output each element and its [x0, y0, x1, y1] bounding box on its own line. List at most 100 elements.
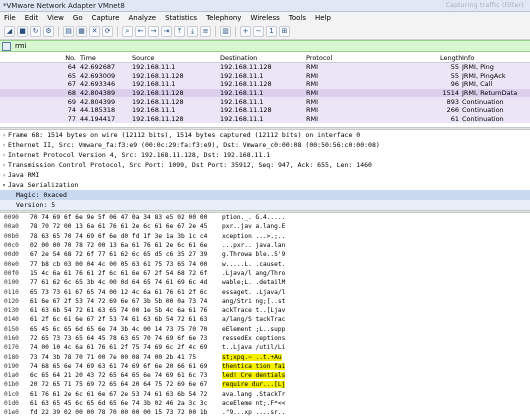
- hex-ascii[interactable]: st;xpq.~ ..t.+Au: [222, 353, 362, 361]
- column-header[interactable]: Length: [440, 54, 462, 62]
- detail-tree-item[interactable]: › Java RMI: [0, 170, 530, 180]
- hex-ascii[interactable]: ...pxr.. java.lan: [222, 242, 362, 249]
- hex-bytes[interactable]: 61 2f 6c 61 6e 67 2f 53 74 61 63 6b 54 7…: [30, 316, 222, 323]
- packet-row[interactable]: 65 42.693009 192.168.11.128 192.168.11.1 RMI…: [0, 71, 530, 81]
- menu-telephony[interactable]: Telephony: [206, 14, 241, 22]
- detail-tree-item[interactable]: ▾ Java Serialization: [0, 180, 530, 190]
- packet-row[interactable]: 64 42.692687 192.168.11.1 192.168.11.128 RMI…: [0, 63, 530, 72]
- last-icon[interactable]: ⤓: [187, 26, 198, 37]
- hex-bytes[interactable]: 70 74 69 6f 6e 9e 5f 06 47 0a 34 83 e5 0…: [30, 214, 222, 221]
- collapse-arrow-icon[interactable]: ▾: [0, 182, 8, 189]
- column-header[interactable]: Destination: [220, 54, 306, 62]
- column-header[interactable]: Source: [132, 54, 220, 62]
- hex-ascii[interactable]: a/lang/S tackTrac: [222, 316, 362, 323]
- zoom-out-icon[interactable]: −: [253, 26, 264, 37]
- hex-bytes[interactable]: 72 65 73 73 65 64 45 78 63 65 70 74 69 6…: [30, 335, 222, 342]
- packet-row[interactable]: 68 42.804389 192.168.11.128 192.168.11.1 RMI…: [0, 88, 530, 98]
- hex-ascii[interactable]: g.Throwa ble..5'9: [222, 251, 362, 258]
- find-icon[interactable]: ⌕: [122, 26, 133, 37]
- zoom-reset-icon[interactable]: 1: [266, 26, 277, 37]
- hex-bytes[interactable]: 61 63 65 45 6c 65 6d 65 6e 74 3b 02 46 2…: [30, 400, 222, 407]
- hex-bytes[interactable]: 02 00 00 70 78 72 00 13 6a 61 76 61 2e 6…: [30, 242, 222, 249]
- hex-ascii[interactable]: ang/Stri ng;[..st: [222, 298, 362, 305]
- column-header[interactable]: Info: [462, 54, 530, 62]
- hex-ascii[interactable]: ava.lang .StackTr: [222, 391, 362, 398]
- expand-arrow-icon[interactable]: ›: [0, 152, 8, 159]
- hex-ascii[interactable]: ressedEx ceptions: [222, 335, 362, 342]
- bookmark-icon[interactable]: [2, 41, 11, 51]
- options-icon[interactable]: ⚙: [43, 26, 54, 37]
- hex-bytes[interactable]: 67 2e 54 68 72 6f 77 61 62 6c 65 d5 c6 3…: [30, 251, 222, 258]
- hex-ascii[interactable]: .Ljava/l ang/Thro: [222, 270, 362, 277]
- hex-ascii[interactable]: w.....L. .causet.: [222, 261, 362, 268]
- hex-bytes[interactable]: 15 4c 6a 61 76 61 2f 6c 61 6e 67 2f 54 6…: [30, 270, 222, 277]
- hex-bytes[interactable]: 74 68 65 6e 74 69 63 61 74 69 6f 6e 20 6…: [30, 363, 222, 370]
- hex-bytes[interactable]: 77 61 62 6c 65 3b 4c 00 0d 64 65 74 61 6…: [30, 279, 222, 286]
- hex-bytes[interactable]: 73 74 3b 78 70 71 00 7e 00 08 74 00 2b 4…: [30, 354, 222, 361]
- detail-tree-item[interactable]: › Transmission Control Protocol, Src Port…: [0, 160, 530, 170]
- column-header[interactable]: Protocol: [306, 54, 440, 62]
- hex-ascii[interactable]: essaget. .Ljava/l: [222, 289, 362, 296]
- menu-capture[interactable]: Capture: [92, 14, 120, 22]
- stop-icon[interactable]: ■: [17, 26, 28, 37]
- open-icon[interactable]: ▤: [63, 26, 74, 37]
- menu-wireless[interactable]: Wireless: [250, 14, 279, 22]
- hex-bytes[interactable]: 65 73 73 61 67 65 74 00 12 4c 6a 61 76 6…: [30, 289, 222, 296]
- hex-bytes[interactable]: 74 00 10 4c 6a 61 76 61 2f 75 74 69 6c 2…: [30, 344, 222, 351]
- hex-ascii[interactable]: t..Ljava /util/Li: [222, 344, 362, 351]
- hex-ascii[interactable]: aceEleme nt;.F*<<: [222, 400, 362, 407]
- hex-bytes[interactable]: 61 6e 67 2f 53 74 72 69 6e 67 3b 5b 00 0…: [30, 298, 222, 305]
- hex-bytes[interactable]: fd 22 39 02 00 00 78 70 00 00 00 15 73 7…: [30, 409, 222, 416]
- reload-icon[interactable]: ⟳: [102, 26, 113, 37]
- menu-edit[interactable]: Edit: [25, 14, 39, 22]
- hex-ascii[interactable]: ption._. G.4.....: [222, 214, 362, 221]
- fin-icon[interactable]: ◢: [4, 26, 15, 37]
- hex-bytes[interactable]: 61 76 61 2e 6c 61 6e 67 2e 53 74 61 63 6…: [30, 391, 222, 398]
- hex-bytes[interactable]: 6c 65 64 21 20 43 72 65 64 65 6e 74 69 6…: [30, 372, 222, 379]
- expand-arrow-icon[interactable]: ›: [0, 142, 8, 149]
- menu-go[interactable]: Go: [73, 14, 83, 22]
- menu-tools[interactable]: Tools: [289, 14, 306, 22]
- zoom-in-icon[interactable]: +: [240, 26, 251, 37]
- restart-icon[interactable]: ↻: [30, 26, 41, 37]
- hex-ascii[interactable]: wable;L. .detailM: [222, 279, 362, 286]
- hex-ascii[interactable]: xception ...>.;..: [222, 233, 362, 240]
- detail-subitem[interactable]: Magic: 0xaced: [0, 190, 530, 200]
- hex-bytes[interactable]: 77 b8 cb 03 00 04 4c 00 05 63 61 75 73 6…: [30, 261, 222, 268]
- resize-columns-icon[interactable]: ⊞: [279, 26, 290, 37]
- display-filter-input[interactable]: rmi: [15, 42, 27, 50]
- packet-row[interactable]: 77 44.194417 192.168.11.128 192.168.11.1 RMI…: [0, 114, 530, 124]
- hex-bytes[interactable]: 65 45 6c 65 6d 65 6e 74 3b 4c 00 14 73 7…: [30, 326, 222, 333]
- expand-arrow-icon[interactable]: ›: [0, 132, 8, 139]
- hex-ascii[interactable]: thentica tion fai: [222, 362, 362, 370]
- detail-tree-item[interactable]: › Ethernet II, Src: Vmware_fa:f3:e9 (00:0…: [0, 140, 530, 150]
- packet-row[interactable]: 67 42.693346 192.168.11.1 192.168.11.128 RMI…: [0, 80, 530, 89]
- autoscroll-icon[interactable]: ≡: [200, 26, 211, 37]
- hex-ascii[interactable]: eElement ;L..supp: [222, 326, 362, 333]
- menu-view[interactable]: View: [47, 14, 64, 22]
- menu-help[interactable]: Help: [315, 14, 331, 22]
- detail-tree-item[interactable]: › Internet Protocol Version 4, Src: 192.1…: [0, 150, 530, 160]
- packet-row[interactable]: 74 44.185318 192.168.11.1 192.168.11.128 RMI…: [0, 105, 530, 115]
- hex-bytes[interactable]: 20 72 65 71 75 69 72 65 64 20 64 75 72 6…: [30, 381, 222, 388]
- goto-icon[interactable]: ⇥: [161, 26, 172, 37]
- hex-bytes[interactable]: 78 70 72 00 13 6a 61 76 61 2e 6c 61 6e 6…: [30, 223, 222, 230]
- forward-icon[interactable]: →: [148, 26, 159, 37]
- hex-ascii[interactable]: ."9...xp ....sr..: [222, 409, 362, 416]
- hex-ascii[interactable]: led! Cre dentials: [222, 372, 362, 380]
- display-filter-bar[interactable]: rmi: [0, 40, 530, 52]
- column-header[interactable]: No.: [0, 54, 80, 62]
- menu-analyze[interactable]: Analyze: [128, 14, 156, 22]
- close-icon[interactable]: ✕: [89, 26, 100, 37]
- detail-tree-item[interactable]: › Frame 68: 1514 bytes on wire (12112 bit…: [0, 130, 530, 140]
- column-header[interactable]: Time: [80, 54, 132, 62]
- detail-subitem[interactable]: Version: 5: [0, 200, 530, 210]
- expand-arrow-icon[interactable]: ›: [0, 162, 8, 169]
- hex-bytes[interactable]: 78 63 65 70 74 69 6f 6e d0 fd 1f 3e 1a 3…: [30, 233, 222, 240]
- hex-bytes[interactable]: 61 63 6b 54 72 61 63 65 74 00 1e 5b 4c 6…: [30, 307, 222, 314]
- menu-file[interactable]: File: [4, 14, 16, 22]
- back-icon[interactable]: ←: [135, 26, 146, 37]
- colorize-icon[interactable]: ▥: [220, 26, 231, 37]
- menu-statistics[interactable]: Statistics: [165, 14, 197, 22]
- expand-arrow-icon[interactable]: ›: [0, 172, 8, 179]
